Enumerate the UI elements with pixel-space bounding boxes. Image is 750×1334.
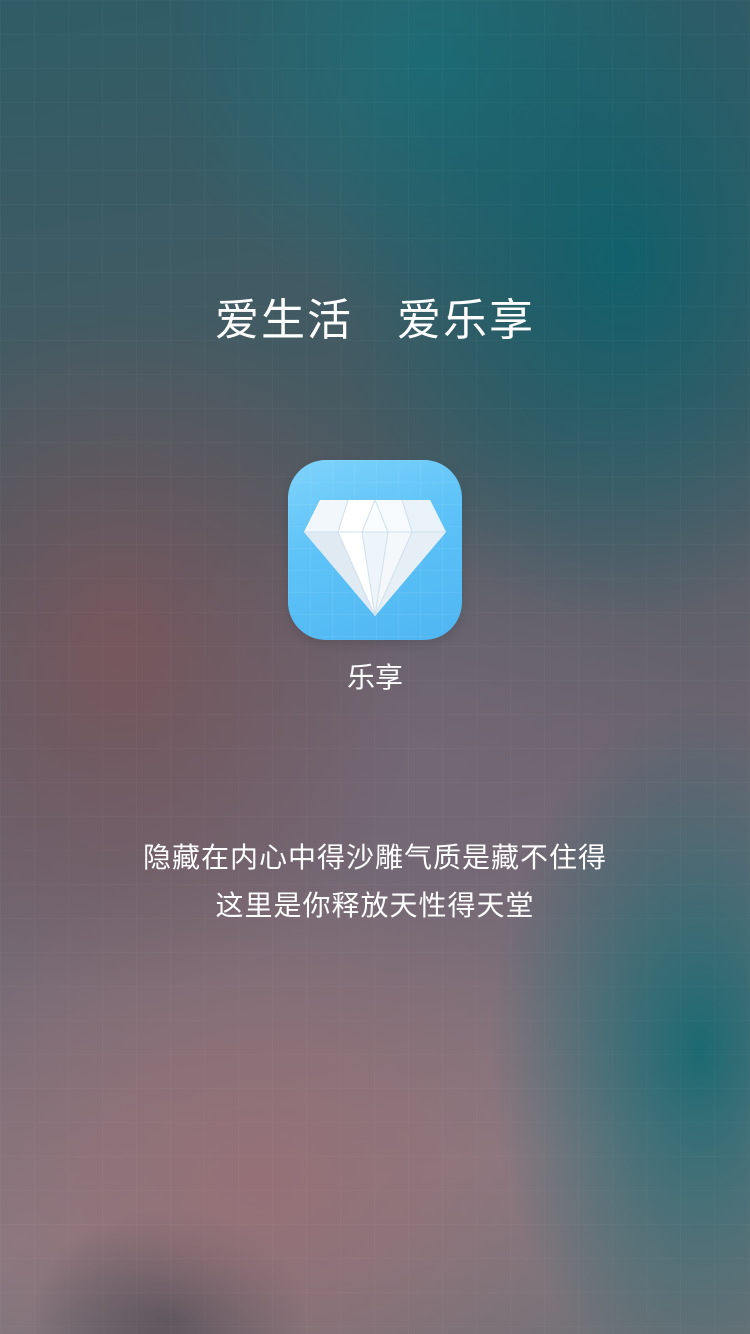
diamond-icon <box>304 499 446 616</box>
tagline-line-2: 这里是你释放天性得天堂 <box>215 889 535 922</box>
slogan-right: 爱乐享 <box>397 295 535 346</box>
app-icon <box>288 460 462 640</box>
slogan-left: 爱生活 <box>215 295 353 346</box>
app-name: 乐享 <box>346 661 403 694</box>
slogan: 爱生活 爱乐享 <box>0 284 750 348</box>
tagline-line-1: 隐藏在内心中得沙雕气质是藏不住得 <box>142 841 607 874</box>
